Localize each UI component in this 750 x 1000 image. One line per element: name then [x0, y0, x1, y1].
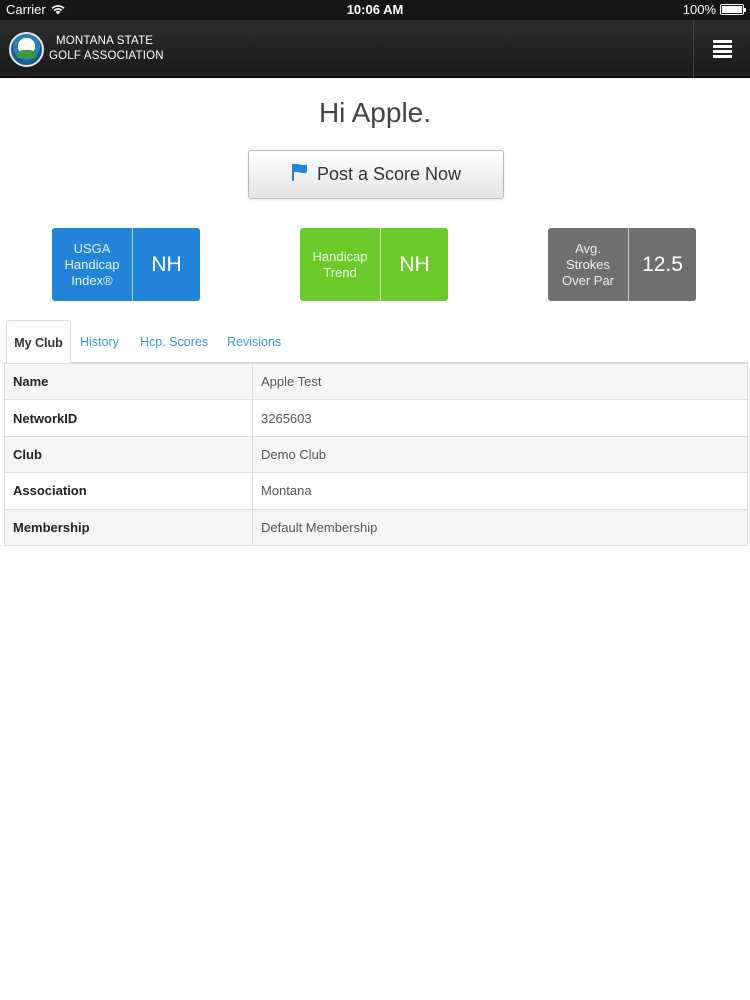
brand-name[interactable]: MONTANA STATE GOLF ASSOCIATION	[49, 34, 164, 64]
handicap-trend-value: NH	[399, 252, 430, 276]
tab-history[interactable]: History	[80, 320, 119, 363]
brand-line-1: MONTANA STATE	[56, 35, 154, 47]
row-key: Club	[4, 435, 253, 474]
tab-hcp-scores[interactable]: Hcp. Scores	[140, 320, 208, 363]
tab-revisions[interactable]: Revisions	[227, 320, 281, 363]
row-key: NetworkID	[4, 399, 253, 437]
member-info-table: Name Apple Test NetworkID 3265603 Club D…	[4, 362, 748, 546]
logo-hill	[17, 50, 36, 58]
row-value: Demo Club	[252, 435, 748, 474]
table-row: Club Demo Club	[4, 435, 748, 474]
status-bar: Carrier 10:06 AM 100%	[0, 0, 750, 20]
hamburger-menu-icon	[712, 38, 732, 60]
table-row: Name Apple Test	[4, 362, 748, 401]
row-key: Name	[4, 362, 253, 401]
handicap-index-tile[interactable]: USGA Handicap Index® NH	[52, 228, 200, 301]
handicap-trend-tile[interactable]: Handicap Trend NH	[300, 228, 448, 301]
handicap-index-value: NH	[151, 252, 182, 276]
handicap-trend-label: Handicap Trend	[300, 228, 381, 301]
greeting-heading: Hi Apple.	[318, 97, 432, 128]
table-row: Association Montana	[4, 472, 748, 510]
table-row: Membership Default Membership	[4, 508, 748, 546]
battery-percent: 100%	[682, 2, 716, 17]
association-logo[interactable]	[9, 32, 44, 67]
handicap-index-label: USGA Handicap Index®	[52, 228, 133, 301]
table-row: NetworkID 3265603	[4, 399, 748, 437]
post-score-label: Post a Score Now	[316, 164, 462, 184]
brand-line-2: GOLF ASSOCIATION	[49, 50, 164, 62]
avg-strokes-tile[interactable]: Avg. Strokes Over Par 12.5	[548, 228, 696, 301]
battery-group: 100%	[682, 2, 746, 17]
clock: 10:06 AM	[346, 2, 404, 17]
battery-icon	[720, 4, 746, 15]
row-value: Montana	[252, 472, 748, 510]
row-value: 3265603	[252, 399, 748, 437]
post-score-button[interactable]: Post a Score Now	[248, 150, 504, 199]
row-value: Apple Test	[252, 362, 748, 401]
avg-strokes-value: 12.5	[642, 252, 683, 276]
row-key: Membership	[4, 508, 253, 546]
tab-my-club[interactable]: My Club	[6, 320, 71, 364]
flag-icon	[291, 163, 307, 181]
profile-tabs: My Club History Hcp. Scores Revisions	[4, 320, 748, 364]
row-key: Association	[4, 472, 253, 510]
menu-button[interactable]	[694, 20, 750, 78]
avg-strokes-label: Avg. Strokes Over Par	[548, 228, 629, 301]
row-value: Default Membership	[252, 508, 748, 546]
nav-bar: MONTANA STATE GOLF ASSOCIATION	[0, 20, 750, 78]
battery-fill	[722, 6, 742, 13]
